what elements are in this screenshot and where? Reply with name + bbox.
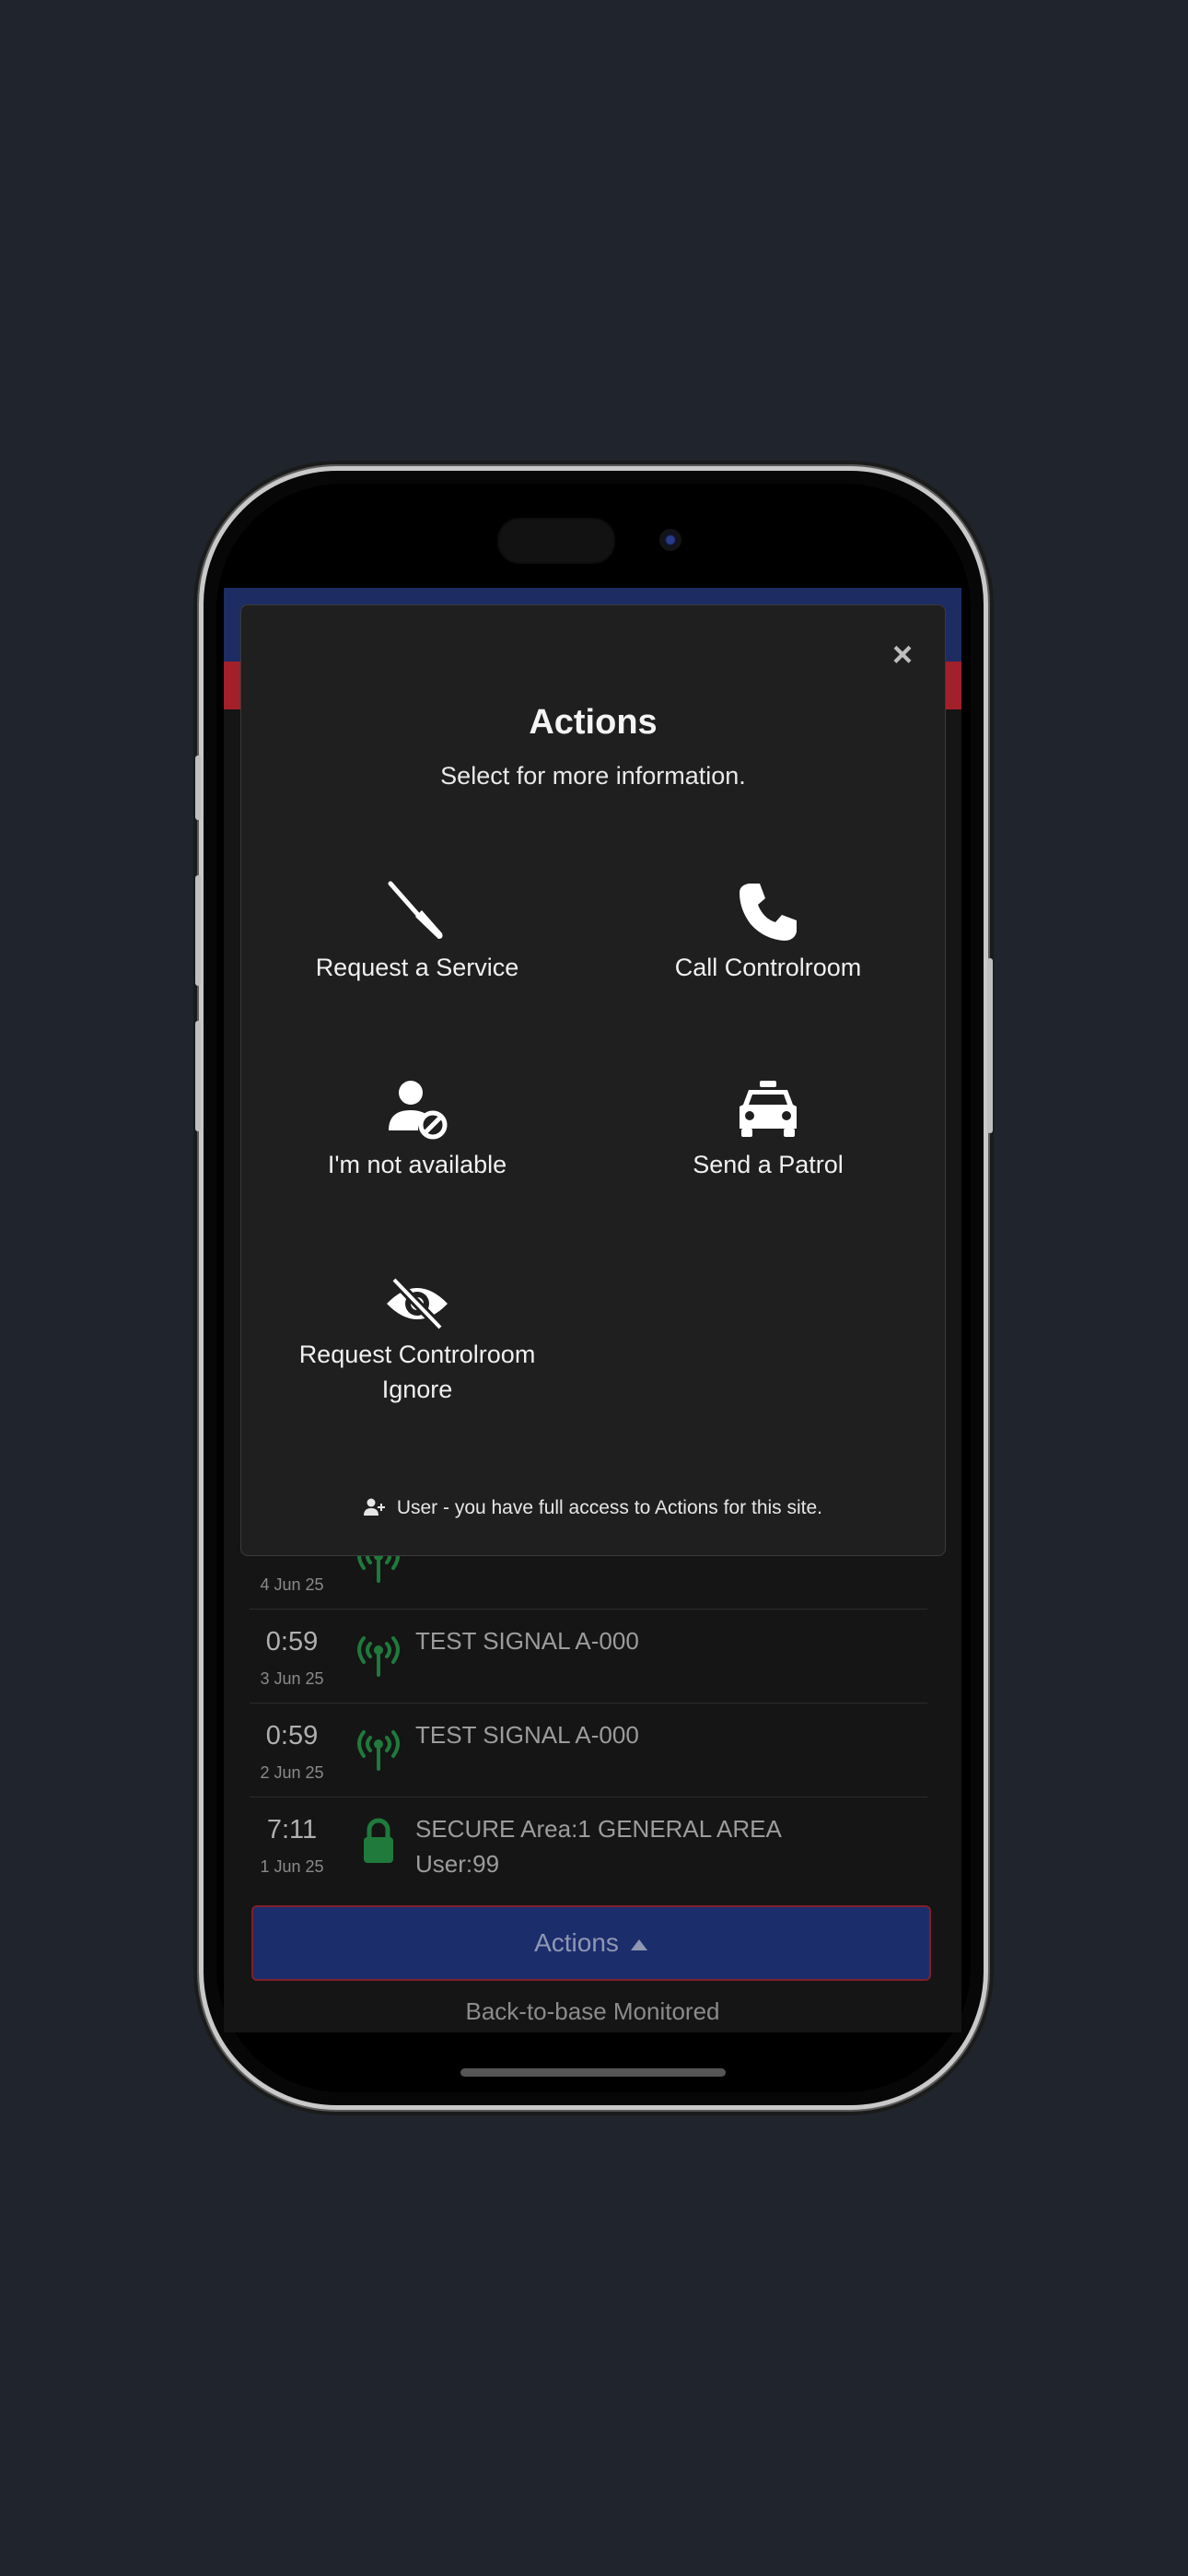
- event-row[interactable]: 0:59 3 Jun 25 TEST SIGNAL A-000: [250, 1609, 927, 1704]
- lock-icon: [351, 1813, 406, 1868]
- event-text-line2: User:99: [415, 1850, 500, 1878]
- dynamic-island: [497, 518, 615, 564]
- event-time: 0:59: [265, 1721, 319, 1751]
- screwdriver-icon: [261, 880, 574, 944]
- eye-slash-icon: [261, 1276, 574, 1331]
- call-controlroom-button[interactable]: Call Controlroom: [611, 880, 925, 985]
- modal-subtitle: Select for more information.: [440, 762, 746, 790]
- signal-antenna-icon: [351, 1625, 406, 1680]
- car-icon: [611, 1077, 925, 1142]
- power-button: [987, 958, 993, 1133]
- home-indicator[interactable]: [460, 2068, 726, 2077]
- actions-modal: × Actions Select for more information. R…: [240, 604, 946, 1556]
- monitoring-status: Back-to-base Monitored: [465, 1997, 720, 2025]
- access-note: User - you have full access to Actions f…: [241, 1497, 945, 1519]
- modal-title: Actions: [529, 703, 658, 742]
- option-label: Send a Patrol: [693, 1151, 844, 1178]
- send-patrol-button[interactable]: Send a Patrol: [611, 1077, 925, 1182]
- event-time: 7:11: [266, 1815, 318, 1844]
- event-date: 4 Jun 25: [260, 1575, 324, 1594]
- silent-switch: [195, 755, 201, 820]
- user-plus-icon: [363, 1497, 397, 1518]
- event-row[interactable]: 7:11 1 Jun 25 SECURE Area:1 GENERAL AREA…: [250, 1797, 927, 1891]
- signal-antenna-icon: [351, 1719, 406, 1774]
- event-date: 1 Jun 25: [260, 1857, 324, 1876]
- actions-button[interactable]: Actions: [251, 1905, 931, 1981]
- option-label: Request a Service: [315, 954, 519, 981]
- user-unavailable-icon: [261, 1077, 574, 1142]
- event-text-line1: SECURE Area:1 GENERAL AREA: [415, 1815, 782, 1843]
- not-available-button[interactable]: I'm not available: [261, 1077, 574, 1182]
- event-row[interactable]: 0:59 2 Jun 25 TEST SIGNAL A-000: [250, 1703, 927, 1797]
- request-service-button[interactable]: Request a Service: [261, 880, 574, 985]
- access-note-text: User - you have full access to Actions f…: [396, 1497, 823, 1518]
- caret-up-icon: [630, 1928, 648, 1958]
- event-text: TEST SIGNAL A-000: [415, 1721, 639, 1749]
- camera-icon: [659, 529, 681, 551]
- option-label: Call Controlroom: [674, 954, 862, 981]
- option-label: Request Controlroom Ignore: [298, 1341, 536, 1403]
- close-icon[interactable]: ×: [886, 638, 919, 673]
- event-text: TEST SIGNAL A-000: [415, 1627, 639, 1655]
- request-ignore-button[interactable]: Request Controlroom Ignore: [261, 1276, 574, 1407]
- phone-icon: [611, 880, 925, 944]
- event-text: SECURE Area:1 GENERAL AREA User:99: [415, 1811, 782, 1881]
- event-date: 3 Jun 25: [260, 1669, 324, 1688]
- event-time: 0:59: [265, 1627, 319, 1657]
- event-date: 2 Jun 25: [260, 1763, 324, 1782]
- option-label: I'm not available: [327, 1151, 507, 1178]
- volume-up-button: [195, 875, 201, 986]
- volume-down-button: [195, 1021, 201, 1131]
- actions-button-label: Actions: [534, 1928, 619, 1957]
